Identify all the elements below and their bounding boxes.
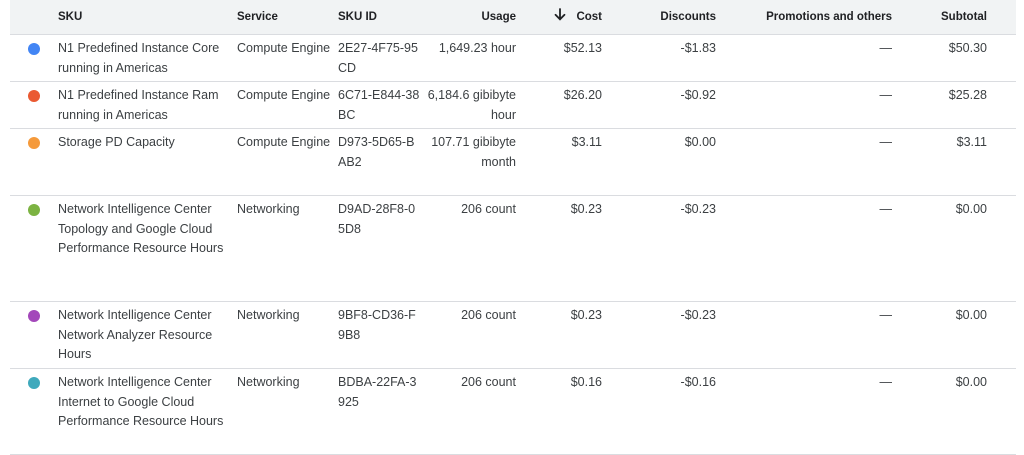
color-column (10, 129, 58, 149)
usage-value: 206 count (461, 308, 516, 322)
series-color-dot (28, 90, 40, 102)
subtotal-value: $50.30 (948, 41, 987, 55)
header-promotions[interactable]: Promotions and others (716, 11, 892, 23)
sku-id: 6C71-E844-38BC (338, 88, 420, 122)
sku-name: Network Intelligence Center Network Anal… (58, 308, 213, 361)
service-name: Compute Engine (237, 41, 331, 55)
subtotal-value: $0.00 (955, 375, 987, 389)
cost-value: $0.23 (570, 202, 602, 216)
sku-id: D9AD-28F8-05D8 (338, 202, 416, 236)
promotions-value: — (879, 202, 893, 216)
sku-name: Network Intelligence Center Internet to … (58, 375, 224, 428)
promotions-value: — (879, 88, 893, 102)
usage-value: 107.71 gibibyte month (431, 135, 516, 169)
series-color-dot (28, 310, 40, 322)
subtotal-value: $0.00 (955, 202, 987, 216)
discounts-value: -$1.83 (680, 41, 716, 55)
header-sku[interactable]: SKU (58, 11, 237, 23)
promotions-value: — (879, 41, 893, 55)
service-name: Compute Engine (237, 135, 331, 149)
series-color-dot (28, 204, 40, 216)
header-usage[interactable]: Usage (421, 11, 516, 23)
usage-value: 206 count (461, 202, 516, 216)
cost-value: $0.16 (570, 375, 602, 389)
service-name: Networking (237, 308, 300, 322)
discounts-value: -$0.23 (680, 202, 716, 216)
table-row[interactable]: Network Intelligence Center Internet to … (10, 369, 1016, 455)
cost-value: $3.11 (571, 135, 602, 149)
color-column (10, 35, 58, 55)
color-column (10, 196, 58, 216)
table-row[interactable]: Storage PD Capacity Compute Engine D973-5D… (10, 129, 1016, 196)
header-cost-label: Cost (576, 11, 602, 24)
color-column (10, 302, 58, 322)
discounts-value: -$0.92 (680, 88, 716, 102)
promotions-value: — (879, 308, 893, 322)
sku-id: 2E27-4F75-95CD (338, 41, 418, 75)
header-cost[interactable]: Cost (516, 8, 602, 25)
promotions-value: — (879, 135, 893, 149)
header-subtotal[interactable]: Subtotal (892, 11, 1002, 23)
service-name: Networking (237, 202, 300, 216)
cost-value: $52.13 (563, 41, 602, 55)
discounts-value: -$0.16 (680, 375, 716, 389)
subtotal-value: $25.28 (948, 88, 987, 102)
sku-name: N1 Predefined Instance Ram running in Am… (58, 88, 219, 122)
table-row[interactable]: Network Intelligence Center Network Anal… (10, 302, 1016, 369)
header-service[interactable]: Service (237, 11, 338, 23)
color-column (10, 369, 58, 389)
table-row[interactable]: N1 Predefined Instance Core running in A… (10, 35, 1016, 82)
sku-id: BDBA-22FA-3925 (338, 375, 417, 409)
usage-value: 1,649.23 hour (438, 41, 516, 55)
sku-name: Storage PD Capacity (58, 135, 175, 149)
color-column (10, 82, 58, 102)
sku-cost-table: SKU Service SKU ID Usage Cost Discounts … (10, 0, 1016, 455)
discounts-value: $0.00 (684, 135, 716, 149)
subtotal-value: $0.00 (955, 308, 987, 322)
usage-value: 6,184.6 gibibyte hour (427, 88, 516, 122)
usage-value: 206 count (461, 375, 516, 389)
header-discounts[interactable]: Discounts (602, 11, 716, 23)
cost-value: $0.23 (570, 308, 602, 322)
subtotal-value: $3.11 (956, 135, 987, 149)
arrow-down-icon[interactable] (554, 8, 566, 24)
table-header: SKU Service SKU ID Usage Cost Discounts … (10, 0, 1016, 35)
series-color-dot (28, 377, 40, 389)
series-color-dot (28, 137, 40, 149)
promotions-value: — (879, 375, 893, 389)
sku-name: N1 Predefined Instance Core running in A… (58, 41, 220, 75)
sku-name: Network Intelligence Center Topology and… (58, 202, 224, 255)
sku-id: 9BF8-CD36-F9B8 (338, 308, 416, 342)
table-row[interactable]: N1 Predefined Instance Ram running in Am… (10, 82, 1016, 129)
series-color-dot (28, 43, 40, 55)
service-name: Compute Engine (237, 88, 331, 102)
table-row[interactable]: Network Intelligence Center Topology and… (10, 196, 1016, 302)
discounts-value: -$0.23 (680, 308, 716, 322)
sku-id: D973-5D65-BAB2 (338, 135, 415, 169)
service-name: Networking (237, 375, 300, 389)
cost-value: $26.20 (563, 88, 602, 102)
header-sku-id[interactable]: SKU ID (338, 11, 421, 23)
